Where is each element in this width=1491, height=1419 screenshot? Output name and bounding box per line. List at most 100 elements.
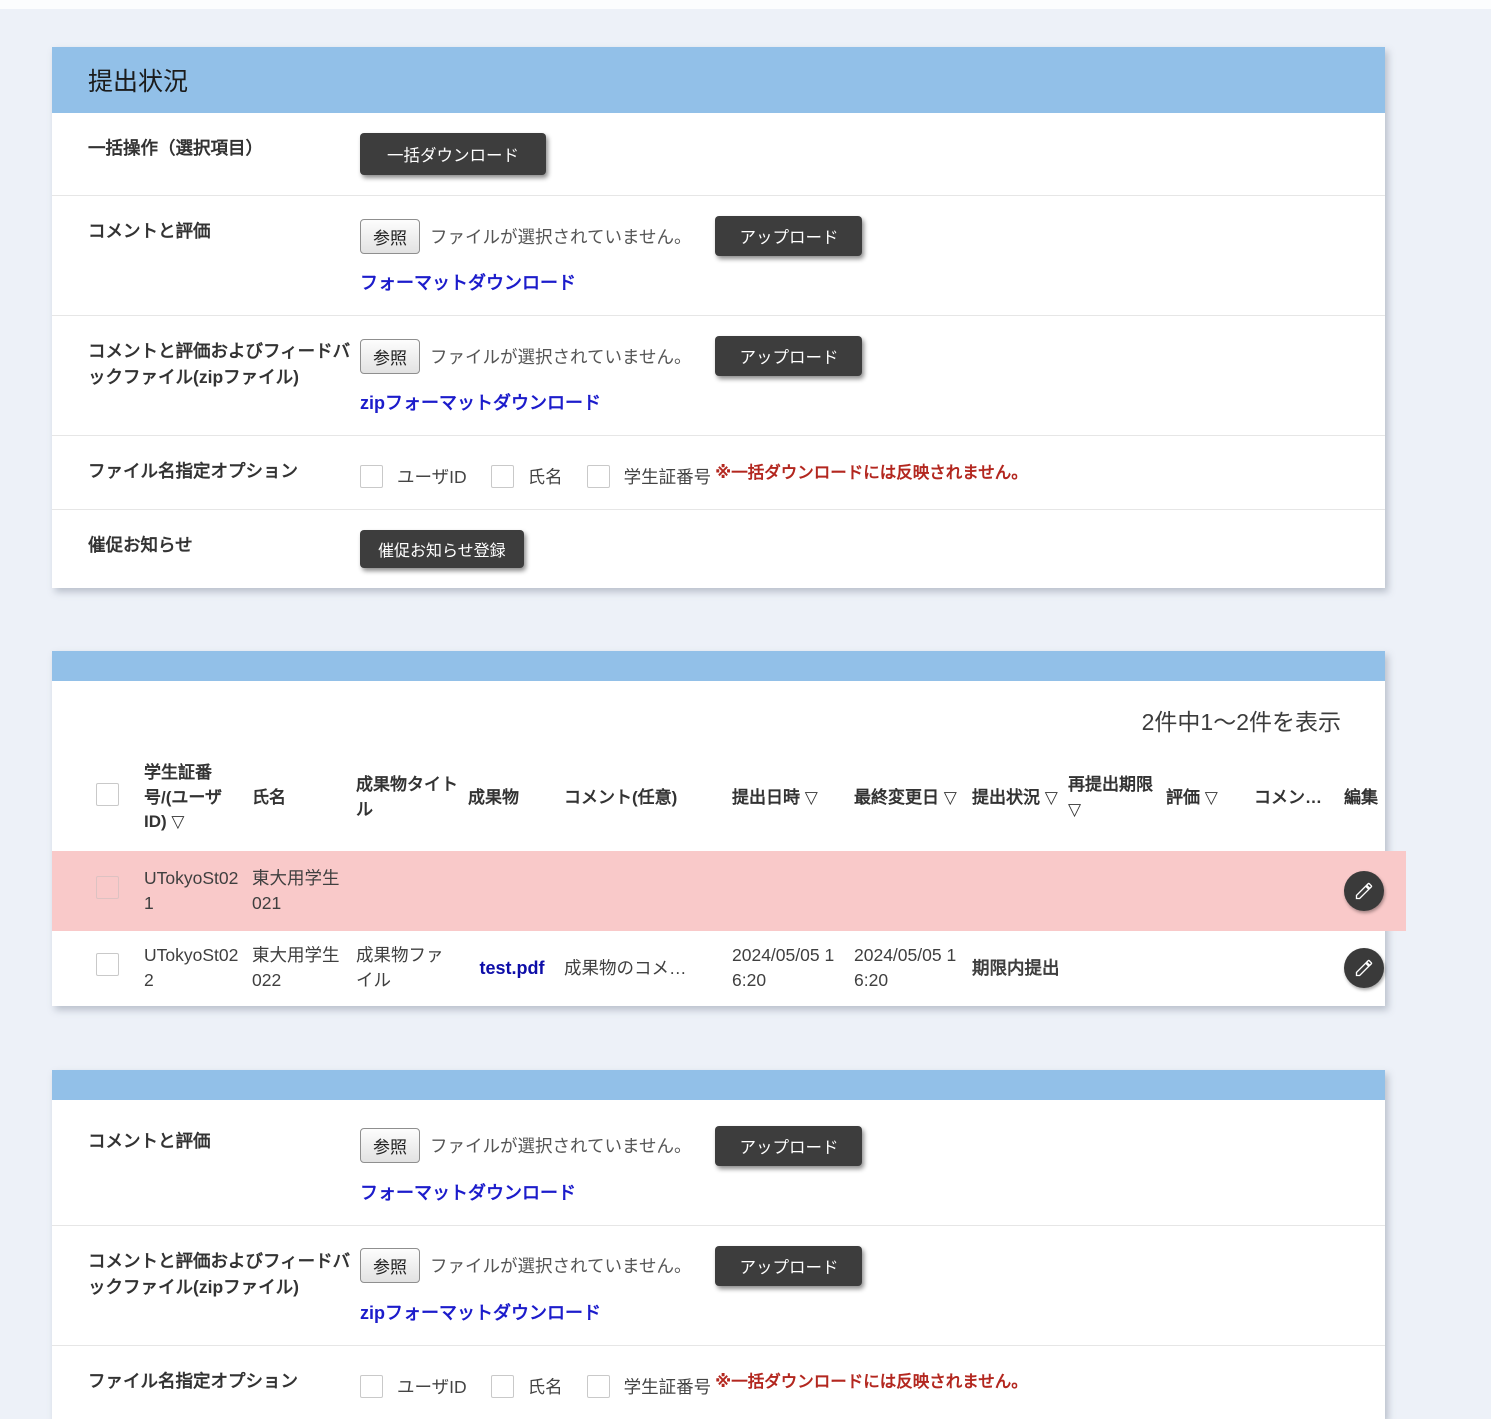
cell-student-id: UTokyoSt021 [140,851,248,931]
panel-header-strip [52,1070,1385,1100]
file-status-text: ファイルが選択されていません。 [430,344,691,369]
filename-option-row: ファイル名指定オプション ユーザID 氏名 学生証番号 ※一括ダウンロードには反… [52,435,1385,509]
comment-eval-zip-row: コメントと評価およびフィードバックファイル(zipファイル) 参照 ファイルが選… [52,315,1385,435]
browse-button[interactable]: 参照 [360,339,420,374]
student-id-checkbox-label: 学生証番号 [624,1374,712,1399]
pencil-icon [1354,881,1374,901]
upload-button[interactable]: アップロード [715,216,862,256]
edit-button[interactable] [1344,948,1384,988]
bulk-operation-label: 一括操作（選択項目） [88,133,360,175]
student-id-checkbox[interactable] [587,465,610,488]
results-panel: 2件中1〜2件を表示 学生証番号/(ユーザID) ▽ 氏名 成果物タイトル 成果… [52,651,1385,1006]
bulk-download-note: ※一括ダウンロードには反映されません。 [715,459,1028,483]
cell-comment2 [1250,931,1340,1006]
reminder-row: 催促お知らせ 催促お知らせ登録 [52,509,1385,588]
name-checkbox[interactable] [491,465,514,488]
upload-button[interactable]: アップロード [715,336,862,376]
browse-button[interactable]: 参照 [360,219,420,254]
col-resubmit-deadline[interactable]: 再提出期限 ▽ [1064,739,1162,851]
results-table: 学生証番号/(ユーザID) ▽ 氏名 成果物タイトル 成果物 コメント(任意) … [52,739,1406,1006]
col-name: 氏名 [248,739,352,851]
browse-button[interactable]: 参照 [360,1128,420,1163]
zip-format-download-link[interactable]: zipフォーマットダウンロード [360,1299,601,1325]
user-id-checkbox[interactable] [360,465,383,488]
file-status-text: ファイルが選択されていません。 [430,224,691,249]
cell-submitted-at [728,851,850,931]
filename-option-row: ファイル名指定オプション ユーザID 氏名 学生証番号 ※一括ダウンロードには反… [52,1345,1385,1419]
comment-eval-label: コメントと評価 [88,216,360,295]
bulk-download-button[interactable]: 一括ダウンロード [360,133,546,175]
student-id-checkbox[interactable] [587,1375,610,1398]
row-checkbox[interactable] [96,876,119,899]
artifact-file-link[interactable]: test.pdf [480,958,545,978]
cell-grade [1162,851,1250,931]
cell-grade [1162,931,1250,1006]
zip-format-download-link[interactable]: zipフォーマットダウンロード [360,389,601,415]
pencil-icon [1354,958,1374,978]
row-checkbox[interactable] [96,953,119,976]
cell-resubmit-deadline [1064,931,1162,1006]
filename-option-label: ファイル名指定オプション [88,456,360,489]
col-edit: 編集 [1340,739,1406,851]
student-id-checkbox-label: 学生証番号 [624,464,712,489]
edit-button[interactable] [1344,871,1384,911]
reminder-register-button[interactable]: 催促お知らせ登録 [360,530,524,568]
browse-button[interactable]: 参照 [360,1248,420,1283]
cell-student-id: UTokyoSt022 [140,931,248,1006]
cell-last-modified [850,851,968,931]
comment-eval-row: コメントと評価 参照 ファイルが選択されていません。 アップロード フォーマット… [52,1100,1385,1225]
upload-button[interactable]: アップロード [715,1246,862,1286]
file-status-text: ファイルが選択されていません。 [430,1253,691,1278]
filename-option-label: ファイル名指定オプション [88,1366,360,1399]
submission-status-panel: 提出状況 一括操作（選択項目） 一括ダウンロード コメントと評価 参照 ファイル… [52,47,1385,588]
cell-comment2 [1250,851,1340,931]
col-comment2: コメン… [1250,739,1340,851]
user-id-checkbox[interactable] [360,1375,383,1398]
cell-comment: 成果物のコメ… [560,931,728,1006]
comment-eval-zip-label: コメントと評価およびフィードバックファイル(zipファイル) [88,336,360,415]
panel-header: 提出状況 [52,47,1385,113]
page-title: 提出状況 [88,62,188,98]
comment-eval-zip-label: コメントと評価およびフィードバックファイル(zipファイル) [88,1246,360,1325]
cell-name: 東大用学生021 [248,851,352,931]
table-row: UTokyoSt021 東大用学生021 [52,851,1406,931]
top-strip [0,0,1491,9]
col-student-id[interactable]: 学生証番号/(ユーザID) ▽ [140,739,248,851]
comment-eval-label: コメントと評価 [88,1126,360,1205]
format-download-link[interactable]: フォーマットダウンロード [360,269,576,295]
name-checkbox-label: 氏名 [528,464,563,489]
cell-status [968,851,1064,931]
user-id-checkbox-label: ユーザID [397,1374,467,1399]
col-submitted-at[interactable]: 提出日時 ▽ [728,739,850,851]
cell-last-modified: 2024/05/05 16:20 [850,931,968,1006]
upload-button[interactable]: アップロード [715,1126,862,1166]
cell-submitted-at: 2024/05/05 16:20 [728,931,850,1006]
comment-eval-row: コメントと評価 参照 ファイルが選択されていません。 アップロード フォーマット… [52,195,1385,315]
cell-artifact-title [352,851,464,931]
table-row: UTokyoSt022 東大用学生022 成果物ファイル test.pdf 成果… [52,931,1406,1006]
col-artifact: 成果物 [464,739,560,851]
panel-header-strip [52,651,1385,681]
cell-comment [560,851,728,931]
file-status-text: ファイルが選択されていません。 [430,1133,691,1158]
bottom-controls-panel: コメントと評価 参照 ファイルが選択されていません。 アップロード フォーマット… [52,1070,1385,1419]
col-comment: コメント(任意) [560,739,728,851]
cell-artifact-title: 成果物ファイル [352,931,464,1006]
cell-status: 期限内提出 [968,931,1064,1006]
result-count: 2件中1〜2件を表示 [52,681,1385,737]
col-last-modified[interactable]: 最終変更日 ▽ [850,739,968,851]
cell-name: 東大用学生022 [248,931,352,1006]
col-grade[interactable]: 評価 ▽ [1162,739,1250,851]
bulk-operation-row: 一括操作（選択項目） 一括ダウンロード [52,113,1385,195]
reminder-label: 催促お知らせ [88,530,360,568]
user-id-checkbox-label: ユーザID [397,464,467,489]
bulk-download-note: ※一括ダウンロードには反映されません。 [715,1368,1028,1392]
table-header-row: 学生証番号/(ユーザID) ▽ 氏名 成果物タイトル 成果物 コメント(任意) … [52,739,1406,851]
cell-resubmit-deadline [1064,851,1162,931]
col-artifact-title: 成果物タイトル [352,739,464,851]
select-all-checkbox[interactable] [96,783,119,806]
name-checkbox-label: 氏名 [528,1374,563,1399]
format-download-link[interactable]: フォーマットダウンロード [360,1179,576,1205]
col-status[interactable]: 提出状況 ▽ [968,739,1064,851]
name-checkbox[interactable] [491,1375,514,1398]
